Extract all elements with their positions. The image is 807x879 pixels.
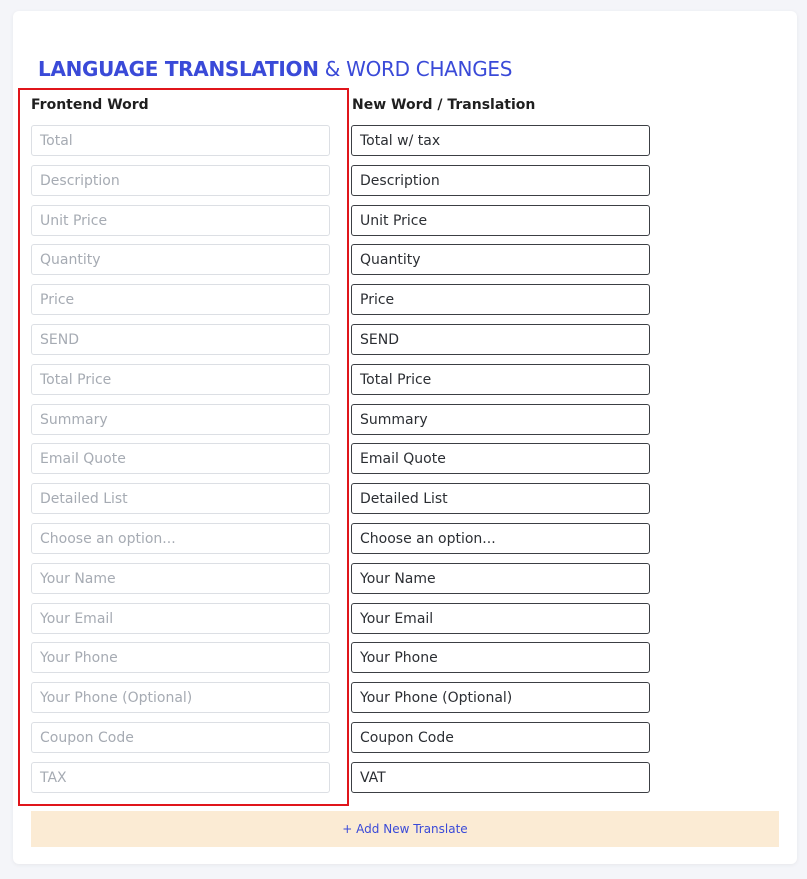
- translation-input[interactable]: SEND: [351, 324, 650, 355]
- frontend-word-header: Frontend Word: [31, 97, 149, 113]
- frontend-word-field[interactable]: Total: [31, 125, 330, 156]
- translation-input[interactable]: Total w/ tax: [351, 125, 650, 156]
- translation-input[interactable]: Detailed List: [351, 483, 650, 514]
- frontend-word-field[interactable]: TAX: [31, 762, 330, 793]
- translation-input[interactable]: Coupon Code: [351, 722, 650, 753]
- page-title-bold: LANGUAGE TRANSLATION: [38, 57, 319, 81]
- frontend-word-field[interactable]: Description: [31, 165, 330, 196]
- translation-input[interactable]: Description: [351, 165, 650, 196]
- frontend-word-field[interactable]: Your Email: [31, 603, 330, 634]
- page-title-rest: & WORD CHANGES: [324, 57, 513, 81]
- page-title: LANGUAGE TRANSLATION & WORD CHANGES: [38, 57, 512, 81]
- frontend-word-field[interactable]: Your Name: [31, 563, 330, 594]
- translation-input[interactable]: Price: [351, 284, 650, 315]
- frontend-word-field[interactable]: Total Price: [31, 364, 330, 395]
- frontend-word-field[interactable]: SEND: [31, 324, 330, 355]
- frontend-word-field[interactable]: Your Phone (Optional): [31, 682, 330, 713]
- translation-panel: LANGUAGE TRANSLATION & WORD CHANGES Fron…: [13, 11, 797, 864]
- frontend-word-field[interactable]: Quantity: [31, 244, 330, 275]
- frontend-word-field[interactable]: Choose an option...: [31, 523, 330, 554]
- translation-input[interactable]: Total Price: [351, 364, 650, 395]
- translation-input[interactable]: Choose an option...: [351, 523, 650, 554]
- translation-input[interactable]: Your Phone: [351, 642, 650, 673]
- translation-header: New Word / Translation: [352, 97, 536, 113]
- frontend-word-field[interactable]: Coupon Code: [31, 722, 330, 753]
- translation-input[interactable]: Quantity: [351, 244, 650, 275]
- frontend-word-field[interactable]: Unit Price: [31, 205, 330, 236]
- translation-input[interactable]: Your Name: [351, 563, 650, 594]
- translation-input[interactable]: Email Quote: [351, 443, 650, 474]
- translation-input[interactable]: Unit Price: [351, 205, 650, 236]
- frontend-word-field[interactable]: Price: [31, 284, 330, 315]
- translation-input[interactable]: Your Email: [351, 603, 650, 634]
- translation-input[interactable]: Your Phone (Optional): [351, 682, 650, 713]
- add-new-translate-button[interactable]: + Add New Translate: [31, 811, 779, 847]
- frontend-word-field[interactable]: Detailed List: [31, 483, 330, 514]
- translation-input[interactable]: VAT: [351, 762, 650, 793]
- frontend-word-field[interactable]: Email Quote: [31, 443, 330, 474]
- frontend-word-field[interactable]: Your Phone: [31, 642, 330, 673]
- translation-input[interactable]: Summary: [351, 404, 650, 435]
- frontend-word-field[interactable]: Summary: [31, 404, 330, 435]
